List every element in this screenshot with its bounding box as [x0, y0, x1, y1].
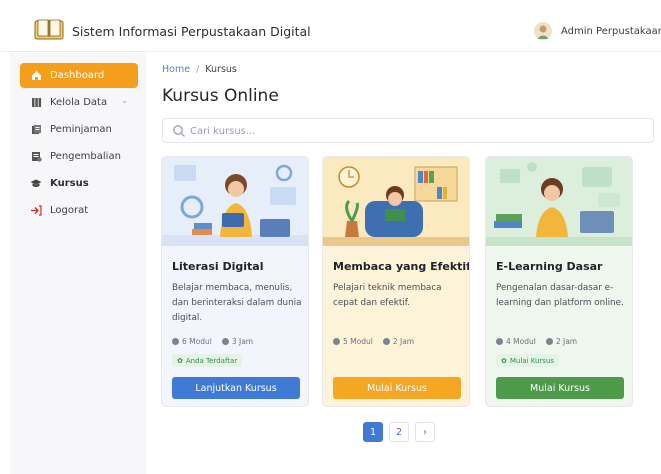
user-avatar-icon — [534, 22, 552, 40]
app-title: Sistem Informasi Perpustakaan Digital — [72, 24, 311, 39]
check-circle-icon: ✿ — [177, 356, 183, 365]
sidebar-item-kursus[interactable]: Kursus — [20, 171, 138, 196]
home-icon — [30, 70, 42, 82]
breadcrumb-separator: / — [196, 64, 200, 75]
course-meta: 4 Modul 2 Jam — [496, 337, 577, 346]
main-content: Home / Kursus Kursus Online Literasi Digit… — [146, 53, 661, 474]
course-description: Pengenalan dasar-dasar e-learning dan pl… — [496, 283, 624, 308]
start-course-button[interactable]: Mulai Kursus — [333, 377, 461, 399]
borrow-icon — [30, 124, 42, 136]
course-card-membaca-efektif[interactable]: Membaca yang Efektif Pelajari teknik mem… — [322, 156, 470, 407]
logout-icon — [30, 205, 42, 217]
page-1-button[interactable]: 1 — [363, 422, 383, 442]
module-icon — [496, 338, 503, 345]
next-page-button[interactable]: › — [415, 422, 435, 442]
course-illustration — [486, 157, 632, 246]
sidebar-item-label: Pengembalian — [50, 151, 121, 162]
breadcrumb-current: Kursus — [205, 64, 237, 75]
page-2-button[interactable]: 2 — [389, 422, 409, 442]
module-icon — [333, 338, 340, 345]
avatar[interactable] — [534, 22, 552, 40]
continue-course-button[interactable]: Lanjutkan Kursus — [172, 377, 300, 399]
course-description: Belajar membaca, menulis, dan berinterak… — [172, 283, 302, 323]
sidebar-item-label: Kursus — [50, 178, 89, 189]
clock-icon — [221, 338, 229, 345]
module-icon — [172, 338, 179, 345]
enrolled-badge: ✿ Anda Terdaftar — [172, 354, 243, 367]
pagination: 1 2 › — [363, 422, 435, 442]
clock-icon — [545, 338, 553, 345]
page-title: Kursus Online — [162, 86, 279, 106]
sidebar-item-logout[interactable]: Logorat — [20, 198, 138, 223]
badge-label: Mulai Kursus — [509, 356, 555, 365]
course-title: Literasi Digital — [172, 260, 264, 273]
course-illustration — [162, 157, 308, 246]
chevron-down-icon[interactable]: ⌄ — [121, 96, 128, 105]
sidebar-item-label: Kelola Data — [50, 97, 108, 108]
graduation-cap-icon — [30, 178, 42, 190]
course-description: Pelajari teknik membaca cepat dan efekti… — [333, 283, 442, 308]
sidebar-item-label: Logorat — [50, 205, 89, 216]
modules-count: 4 Modul — [496, 337, 536, 346]
modules-count: 6 Modul — [172, 337, 212, 346]
sidebar-item-kelola-data[interactable]: Kelola Data ⌄ — [20, 90, 138, 115]
sidebar-item-dashboard[interactable]: Dashboard — [20, 63, 138, 88]
course-title: E-Learning Dasar — [496, 260, 603, 273]
start-badge: ✿ Mulai Kursus — [496, 354, 560, 367]
breadcrumb: Home / Kursus — [162, 64, 237, 75]
course-duration: 3 Jam — [221, 337, 253, 346]
course-card-e-learning-dasar[interactable]: E-Learning Dasar Pengenalan dasar-dasar … — [485, 156, 633, 407]
search-input[interactable] — [190, 122, 630, 140]
course-card-literasi-digital[interactable]: Literasi Digital Belajar membaca, menuli… — [161, 156, 309, 407]
sidebar: Dashboard Kelola Data ⌄ Peminjaman Penge… — [10, 53, 146, 474]
badge-label: Anda Terdaftar — [185, 356, 238, 365]
return-icon — [30, 151, 42, 163]
book-icon — [34, 19, 64, 40]
search-bar — [162, 118, 654, 143]
course-illustration — [323, 157, 469, 246]
course-meta: 5 Modul 2 Jam — [333, 337, 414, 346]
sidebar-item-peminjaman[interactable]: Peminjaman — [20, 117, 138, 142]
course-duration: 2 Jam — [382, 337, 414, 346]
database-icon — [30, 97, 42, 109]
search-icon — [173, 125, 185, 137]
sidebar-item-label: Dashboard — [50, 70, 105, 81]
course-duration: 2 Jam — [545, 337, 577, 346]
top-bar: Sistem Informasi Perpustakaan Digital Ad… — [0, 0, 661, 52]
clock-icon — [382, 338, 390, 345]
breadcrumb-home-link[interactable]: Home — [162, 64, 190, 75]
course-title: Membaca yang Efektif — [333, 260, 470, 273]
start-course-button[interactable]: Mulai Kursus — [496, 377, 624, 399]
sidebar-item-pengembalian[interactable]: Pengembalian — [20, 144, 138, 169]
user-name[interactable]: Admin Perpustakaan — [561, 26, 661, 37]
check-circle-icon: ✿ — [501, 356, 507, 365]
sidebar-item-label: Peminjaman — [50, 124, 112, 135]
course-meta: 6 Modul 3 Jam — [172, 337, 253, 346]
modules-count: 5 Modul — [333, 337, 373, 346]
chevron-down-icon[interactable]: ⌄ — [651, 25, 659, 35]
